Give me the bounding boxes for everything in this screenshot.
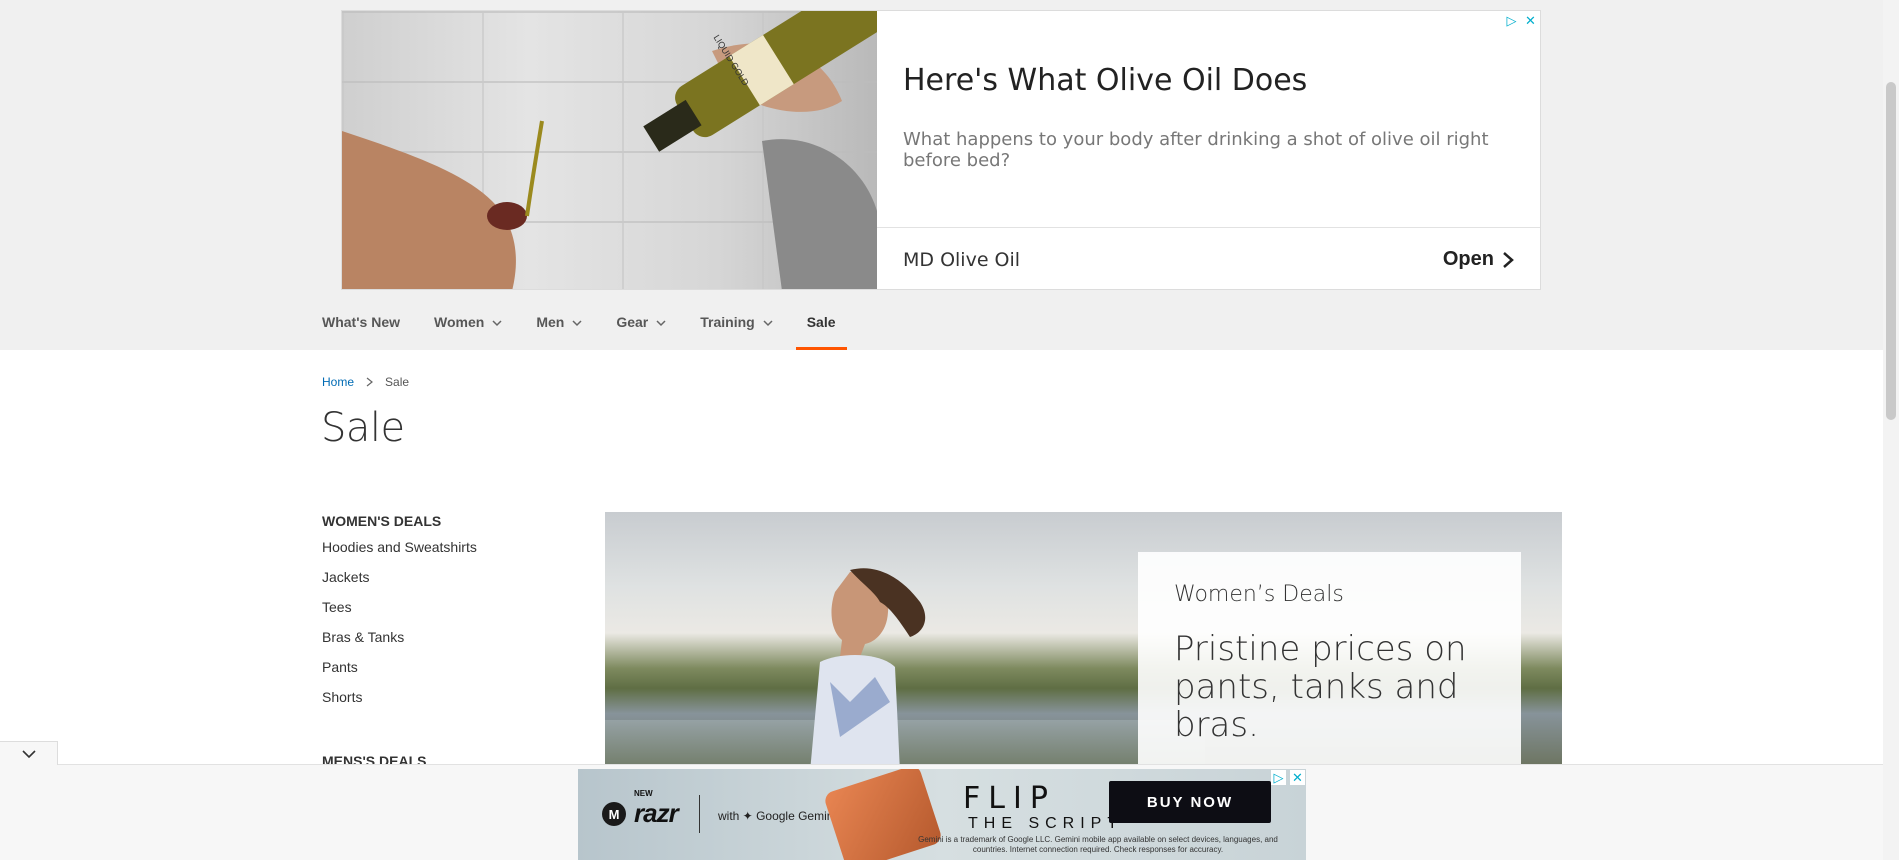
page-title: Sale <box>321 405 405 451</box>
page-scrollbar[interactable] <box>1883 0 1899 860</box>
nav-item-women[interactable]: Women <box>434 305 502 350</box>
ad-image-olive-oil[interactable]: LIQUID GOLD <box>342 11 877 289</box>
brand-name: razr <box>634 798 679 828</box>
nav-item-men[interactable]: Men <box>536 305 582 350</box>
nav-item-whats-new[interactable]: What's New <box>322 305 400 350</box>
chevron-right-icon <box>366 377 373 387</box>
buy-now-button[interactable]: BUY NOW <box>1109 781 1271 823</box>
top-ad-banner[interactable]: LIQUID GOLD Here's What Olive Oil Does W… <box>341 10 1541 290</box>
bottom-ad-banner[interactable]: M NEW razr with ✦ Google Gemini FLIP THE… <box>578 769 1306 860</box>
sidebar-item-tees[interactable]: Tees <box>322 599 572 629</box>
ad-open-label: Open <box>1442 248 1494 270</box>
chevron-down-icon <box>763 320 773 327</box>
ad-divider <box>699 795 700 833</box>
scrollbar-thumb[interactable] <box>1886 82 1896 420</box>
chevron-down-icon <box>572 320 582 327</box>
chevron-down-icon <box>656 320 666 327</box>
ad-headline-bottom: THE SCRIPT <box>968 815 1124 832</box>
breadcrumb-current: Sale <box>385 375 410 389</box>
sidebar-item-jackets[interactable]: Jackets <box>322 569 572 599</box>
ad-open-button[interactable]: Open <box>1443 248 1514 271</box>
ad-partner: with ✦ Google Gemini <box>718 809 837 823</box>
promo-subtitle: Women’s Deals <box>1174 582 1344 607</box>
sidebar-item-pants[interactable]: Pants <box>322 659 572 689</box>
chevron-down-icon <box>21 749 36 758</box>
nav-label: Sale <box>806 314 836 330</box>
ad-controls[interactable]: ▷ ✕ <box>1271 770 1305 785</box>
close-icon[interactable]: ✕ <box>1523 13 1538 28</box>
nav-label: Men <box>536 314 565 330</box>
promo-title: Pristine prices on pants, tanks and bras… <box>1174 629 1467 745</box>
nav-label: Training <box>700 314 755 330</box>
ad-brand: NEW razr <box>634 789 679 829</box>
promo-card[interactable]: Women’s Deals Pristine prices on pants, … <box>1138 552 1521 764</box>
ad-text-area[interactable]: Here's What Olive Oil Does What happens … <box>877 11 1540 227</box>
womens-deals-list: Hoodies and Sweatshirts Jackets Tees Bra… <box>322 539 572 719</box>
adchoices-icon[interactable]: ▷ <box>1271 770 1286 785</box>
ad-controls[interactable]: ▷ ✕ <box>1504 13 1538 28</box>
sidebar-item-shorts[interactable]: Shorts <box>322 689 572 719</box>
runner-image <box>810 568 926 764</box>
ad-headline[interactable]: Here's What Olive Oil Does <box>903 63 1307 98</box>
womens-deals-heading: WOMEN'S DEALS <box>322 513 442 529</box>
ad-fine-print: Gemini is a trademark of Google LLC. Gem… <box>918 835 1278 854</box>
nav-label: What's New <box>322 314 401 330</box>
ad-headline-top: FLIP <box>963 781 1056 816</box>
nav-item-sale[interactable]: Sale <box>795 305 847 350</box>
ad-description[interactable]: What happens to your body after drinking… <box>903 129 1503 171</box>
main-navigation: What's New Women Men Gear Training Sale <box>322 305 870 350</box>
hero-womens-deals-banner[interactable]: Women’s Deals Pristine prices on pants, … <box>605 512 1562 764</box>
ad-footer[interactable]: MD Olive Oil Open <box>877 227 1540 289</box>
nav-label: Gear <box>616 314 649 330</box>
collapse-ad-button[interactable] <box>0 741 58 765</box>
sidebar-item-hoodies[interactable]: Hoodies and Sweatshirts <box>322 539 572 569</box>
nav-label: Women <box>434 314 485 330</box>
breadcrumb: Home Sale <box>322 375 409 389</box>
nav-item-gear[interactable]: Gear <box>616 305 666 350</box>
chevron-down-icon <box>492 320 502 327</box>
ad-advertiser[interactable]: MD Olive Oil <box>903 249 1020 271</box>
breadcrumb-home-link[interactable]: Home <box>322 375 354 389</box>
nav-item-training[interactable]: Training <box>700 305 773 350</box>
sidebar-item-bras-tanks[interactable]: Bras & Tanks <box>322 629 572 659</box>
chevron-right-icon <box>1503 251 1514 268</box>
adchoices-icon[interactable]: ▷ <box>1504 13 1519 28</box>
brand-new-tag: NEW <box>634 789 653 798</box>
motorola-logo-icon: M <box>602 802 626 826</box>
sidebar-deals: WOMEN'S DEALS Hoodies and Sweatshirts Ja… <box>322 513 572 769</box>
close-icon[interactable]: ✕ <box>1290 770 1305 785</box>
